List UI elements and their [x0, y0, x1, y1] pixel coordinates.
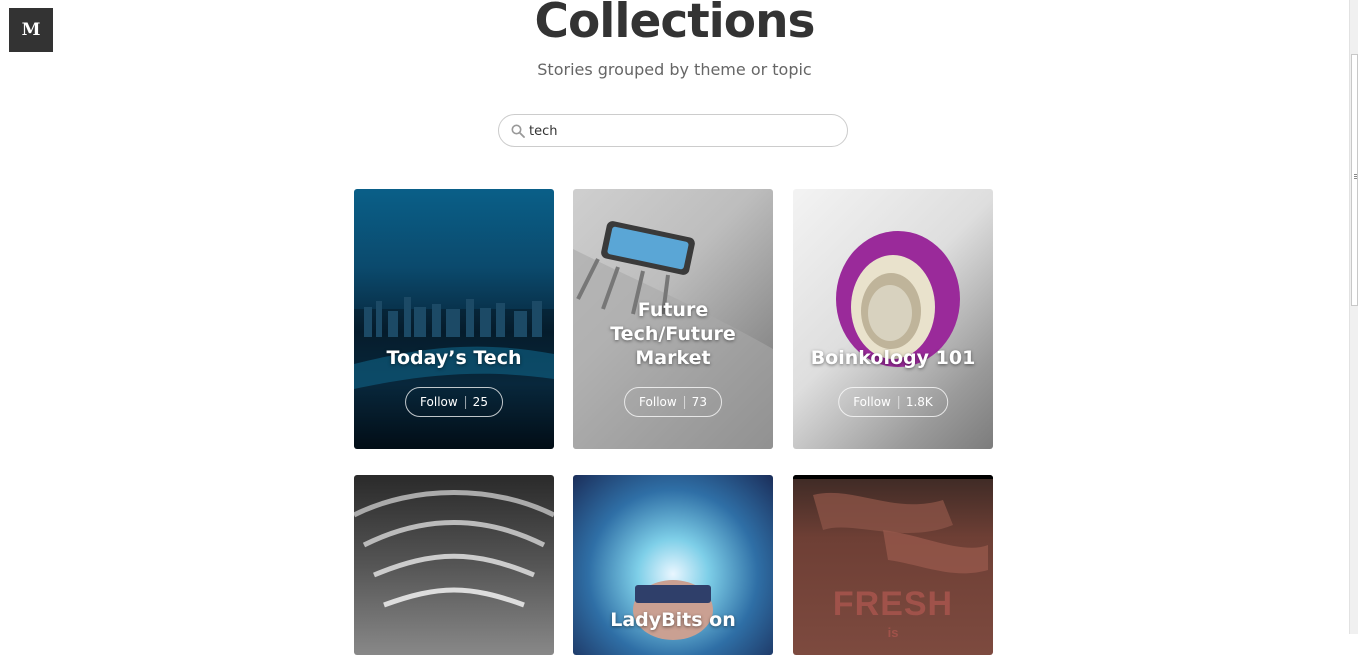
collection-title: Future Tech/Future Market [610, 299, 736, 369]
vertical-scrollbar[interactable] [1349, 0, 1358, 634]
search-input[interactable] [529, 120, 829, 142]
collection-title: LadyBits on [610, 609, 736, 631]
grip-line [1354, 178, 1357, 179]
follow-button[interactable]: Follow 1.8K [838, 387, 948, 417]
follow-label: Follow [853, 395, 891, 409]
page-subtitle: Stories grouped by theme or topic [537, 60, 812, 79]
follower-count: 73 [691, 395, 707, 409]
collection-title: Today’s Tech [386, 347, 522, 369]
follow-button[interactable]: Follow 25 [405, 387, 503, 417]
collection-card-future-tech[interactable]: Future Tech/Future Market Follow 73 [573, 189, 773, 449]
page-title: Collections [534, 0, 815, 49]
collection-card-todays-tech[interactable]: Today’s Tech Follow 25 [354, 189, 554, 449]
follower-count: 1.8K [905, 395, 933, 409]
grip-line [1354, 176, 1357, 177]
divider [464, 395, 466, 409]
cover-subtext: is [887, 625, 899, 640]
collection-card-ladybits[interactable]: LadyBits on [573, 475, 773, 655]
follow-button[interactable]: Follow 73 [624, 387, 722, 417]
collection-card-tunnel[interactable] [354, 475, 554, 655]
divider [683, 395, 685, 409]
follow-label: Follow [420, 395, 458, 409]
tunnel-image [354, 490, 554, 608]
grip-line [1354, 174, 1357, 175]
collection-card-boinkology[interactable]: Boinkology 101 Follow 1.8K [793, 189, 993, 449]
search-icon [511, 124, 525, 138]
follower-count: 25 [472, 395, 488, 409]
collection-card-fresh[interactable]: FRESH is [793, 475, 993, 655]
divider [897, 395, 899, 409]
follow-label: Follow [639, 395, 677, 409]
search-box[interactable] [498, 114, 848, 147]
collection-title: Boinkology 101 [810, 347, 976, 369]
scroll-thumb[interactable] [1351, 54, 1358, 306]
cover-text: FRESH [832, 585, 954, 623]
